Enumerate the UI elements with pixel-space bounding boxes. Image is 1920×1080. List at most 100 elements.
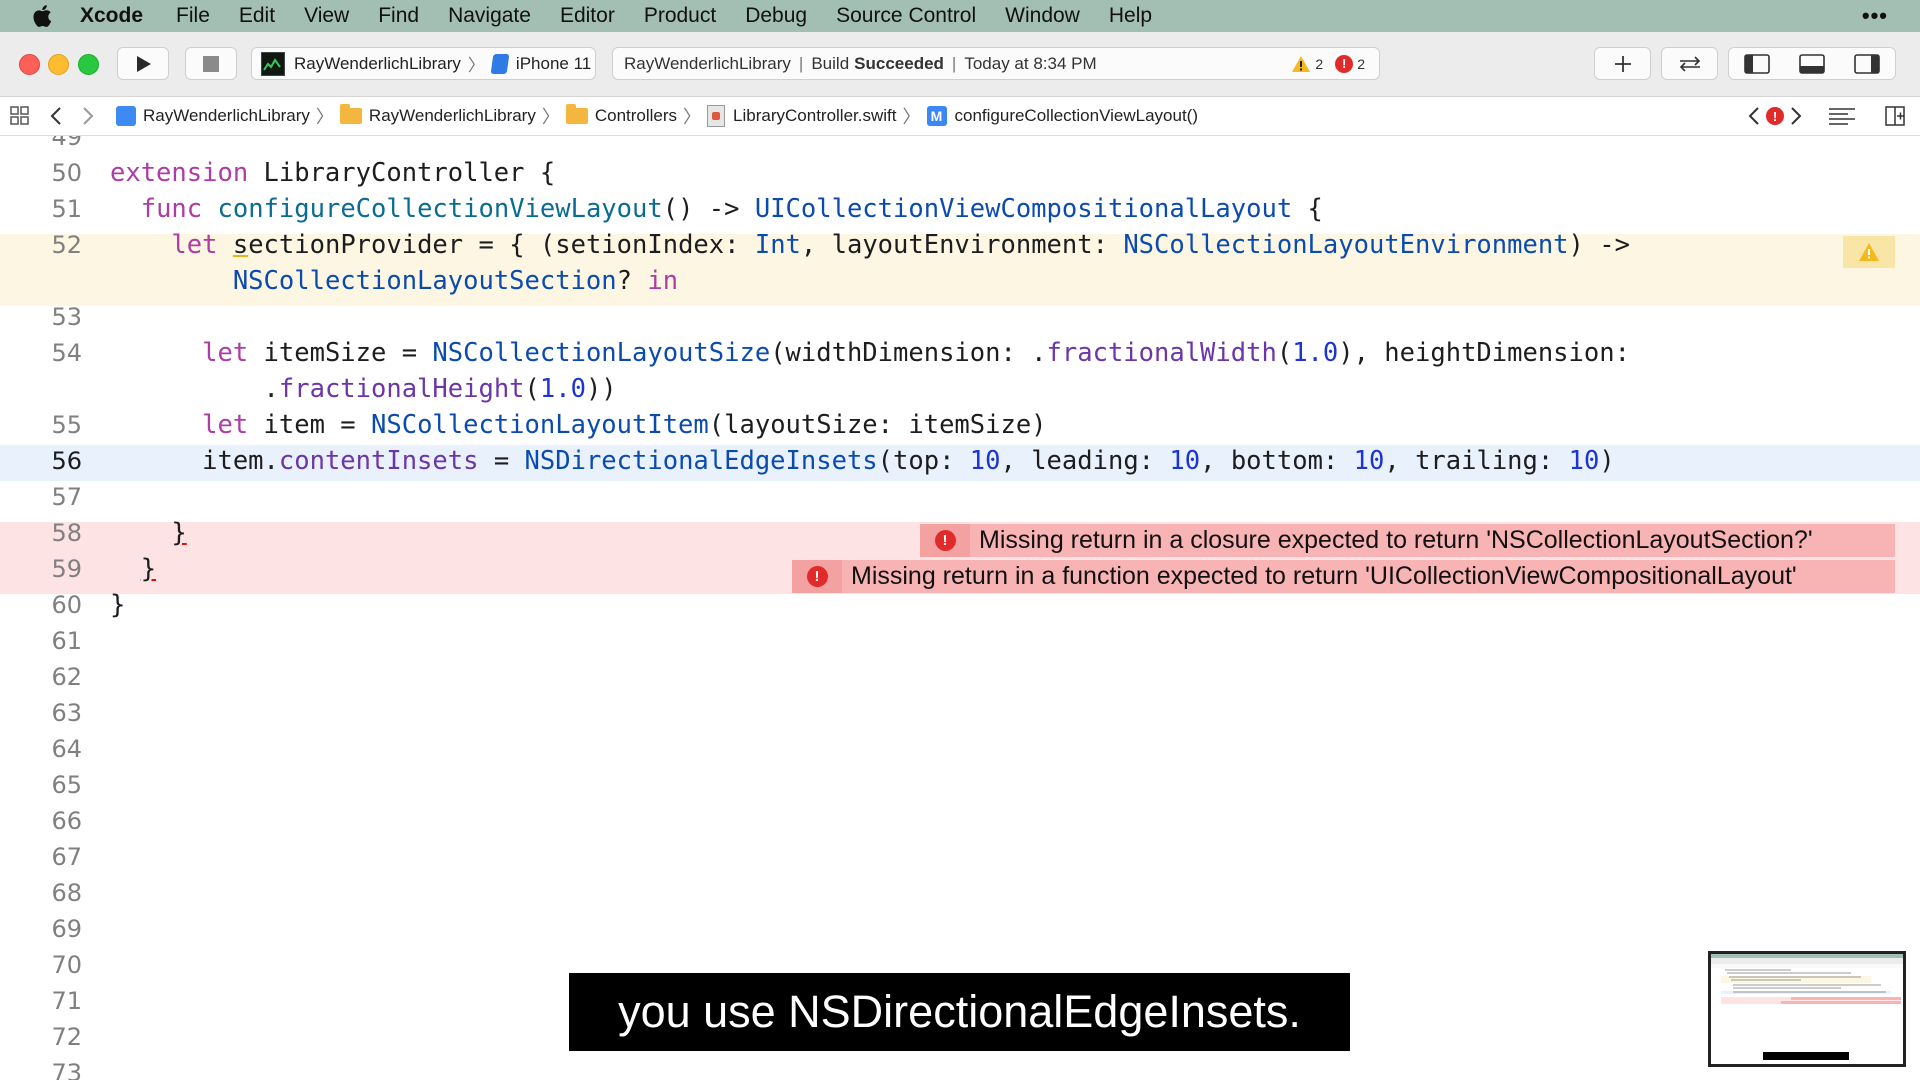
activity-project: RayWenderlichLibrary bbox=[624, 53, 791, 73]
jump-bar: RayWenderlichLibrary 〉 RayWenderlichLibr… bbox=[0, 97, 1920, 136]
code-line: let sectionProvider = { (setionIndex: In… bbox=[171, 230, 1630, 260]
code-line: item.contentInsets = NSDirectionalEdgeIn… bbox=[110, 446, 1615, 476]
line-number: 72 bbox=[51, 1023, 82, 1051]
activity-prefix: Build bbox=[811, 53, 850, 73]
line-number: 66 bbox=[51, 807, 82, 835]
panel-toggles bbox=[1728, 47, 1896, 80]
scheme-selector[interactable]: RayWenderlichLibrary 〉 iPhone 11 bbox=[251, 47, 596, 80]
code-line: let item = NSCollectionLayoutItem(layout… bbox=[202, 410, 1047, 440]
error-message: Missing return in a closure expected to … bbox=[979, 526, 1813, 554]
breadcrumb-chevron-icon: 〉 bbox=[541, 107, 560, 127]
source-editor[interactable]: 49 50 51 52 53 54 55 56 57 58 59 60 61 6… bbox=[0, 136, 1920, 1080]
video-subtitle: you use NSDirectionalEdgeInsets. bbox=[569, 973, 1350, 1051]
bottom-panel-icon[interactable] bbox=[1799, 53, 1825, 74]
code-line: } bbox=[140, 554, 157, 584]
error-icon: ! bbox=[806, 566, 828, 587]
breadcrumb-file[interactable]: LibraryController.swift bbox=[707, 105, 897, 127]
iphone-icon bbox=[490, 53, 510, 74]
scheme-name: RayWenderlichLibrary bbox=[294, 53, 461, 73]
code-line: extension LibraryController { bbox=[110, 158, 556, 188]
menu-file[interactable]: File bbox=[176, 4, 210, 28]
next-issue-icon[interactable] bbox=[1790, 106, 1802, 126]
warning-icon bbox=[1859, 243, 1879, 261]
thumbnail-preview bbox=[1711, 954, 1903, 1060]
line-number: 73 bbox=[51, 1059, 82, 1080]
line-number: 56 bbox=[51, 447, 82, 475]
stop-button[interactable] bbox=[185, 47, 237, 80]
close-window-button[interactable] bbox=[19, 54, 40, 75]
activity-status: Succeeded bbox=[854, 53, 944, 73]
line-number: 50 bbox=[51, 159, 82, 187]
menu-find[interactable]: Find bbox=[378, 4, 419, 28]
issue-navigation: ! bbox=[1748, 106, 1802, 126]
line-number: 49 bbox=[51, 136, 82, 151]
zoom-window-button[interactable] bbox=[78, 54, 99, 75]
swift-file-icon bbox=[707, 105, 726, 127]
inline-error-closure[interactable]: ! Missing return in a closure expected t… bbox=[920, 524, 1895, 557]
menu-edit[interactable]: Edit bbox=[239, 4, 275, 28]
xcode-project-icon bbox=[116, 106, 136, 126]
run-button[interactable] bbox=[117, 47, 169, 80]
folder-icon bbox=[339, 104, 362, 124]
breadcrumb-folder[interactable]: Controllers bbox=[565, 104, 677, 126]
error-count: 2 bbox=[1357, 55, 1365, 72]
error-icon: ! bbox=[1335, 54, 1354, 73]
breadcrumb-chevron-icon: 〉 bbox=[683, 107, 702, 127]
line-number: 52 bbox=[51, 231, 82, 259]
line-number: 61 bbox=[51, 627, 82, 655]
apple-icon[interactable] bbox=[30, 4, 54, 28]
inline-error-function[interactable]: ! Missing return in a function expected … bbox=[792, 560, 1895, 593]
related-items-icon[interactable] bbox=[10, 106, 30, 126]
add-editor-icon[interactable] bbox=[1885, 106, 1905, 126]
device-name: iPhone 11 bbox=[515, 53, 592, 73]
line-number: 63 bbox=[51, 699, 82, 727]
line-number: 57 bbox=[51, 483, 82, 511]
code-line: } bbox=[110, 590, 126, 620]
forward-chevron-icon[interactable] bbox=[82, 106, 94, 126]
line-number: 67 bbox=[51, 843, 82, 871]
line-number: 65 bbox=[51, 771, 82, 799]
menu-help[interactable]: Help bbox=[1109, 4, 1152, 28]
arrows-swap-icon bbox=[1679, 55, 1700, 72]
breadcrumb-chevron-icon: 〉 bbox=[902, 107, 921, 127]
code-line: .fractionalHeight(1.0)) bbox=[110, 374, 617, 404]
editor-options-icon[interactable] bbox=[1828, 107, 1856, 125]
line-number: 55 bbox=[51, 411, 82, 439]
menu-window[interactable]: Window bbox=[1005, 4, 1080, 28]
breadcrumb-method[interactable]: M configureCollectionViewLayout() bbox=[926, 106, 1198, 126]
menu-view[interactable]: View bbox=[304, 4, 349, 28]
line-number: 69 bbox=[51, 915, 82, 943]
picture-in-picture-thumbnail[interactable] bbox=[1708, 951, 1906, 1067]
menubar-overflow-icon[interactable]: ••• bbox=[1862, 0, 1888, 32]
warning-marker[interactable] bbox=[1843, 236, 1895, 268]
library-button[interactable] bbox=[1594, 47, 1651, 80]
issue-error-icon: ! bbox=[1766, 107, 1784, 125]
left-panel-icon[interactable] bbox=[1743, 53, 1770, 74]
menu-bar: Xcode File Edit View Find Navigate Edito… bbox=[0, 0, 1920, 32]
stop-icon bbox=[203, 55, 219, 72]
line-number: 68 bbox=[51, 879, 82, 907]
code-review-button[interactable] bbox=[1661, 47, 1718, 80]
menu-editor[interactable]: Editor bbox=[560, 4, 615, 28]
activity-time: Today at 8:34 PM bbox=[964, 53, 1097, 73]
breadcrumb-group[interactable]: RayWenderlichLibrary bbox=[339, 104, 536, 126]
error-badge[interactable]: ! 2 bbox=[1335, 54, 1365, 73]
right-panel-icon[interactable] bbox=[1854, 53, 1881, 74]
minimize-window-button[interactable] bbox=[48, 54, 69, 75]
previous-issue-icon[interactable] bbox=[1748, 106, 1760, 126]
breadcrumb-project[interactable]: RayWenderlichLibrary bbox=[116, 106, 310, 126]
menu-debug[interactable]: Debug bbox=[745, 4, 807, 28]
menu-product[interactable]: Product bbox=[644, 4, 716, 28]
toolbar: RayWenderlichLibrary 〉 iPhone 11 RayWend… bbox=[0, 32, 1920, 97]
menu-app-name[interactable]: Xcode bbox=[80, 4, 143, 28]
menu-source-control[interactable]: Source Control bbox=[836, 4, 976, 28]
line-number: 62 bbox=[51, 663, 82, 691]
code-line: func configureCollectionViewLayout() -> … bbox=[140, 194, 1323, 224]
line-number: 71 bbox=[51, 987, 82, 1015]
line-number: 59 bbox=[51, 555, 82, 583]
chevron-right-icon: 〉 bbox=[467, 56, 485, 75]
menu-navigate[interactable]: Navigate bbox=[448, 4, 531, 28]
line-number: 54 bbox=[51, 339, 82, 367]
back-chevron-icon[interactable] bbox=[50, 106, 62, 126]
warning-badge[interactable]: 2 bbox=[1291, 55, 1323, 73]
